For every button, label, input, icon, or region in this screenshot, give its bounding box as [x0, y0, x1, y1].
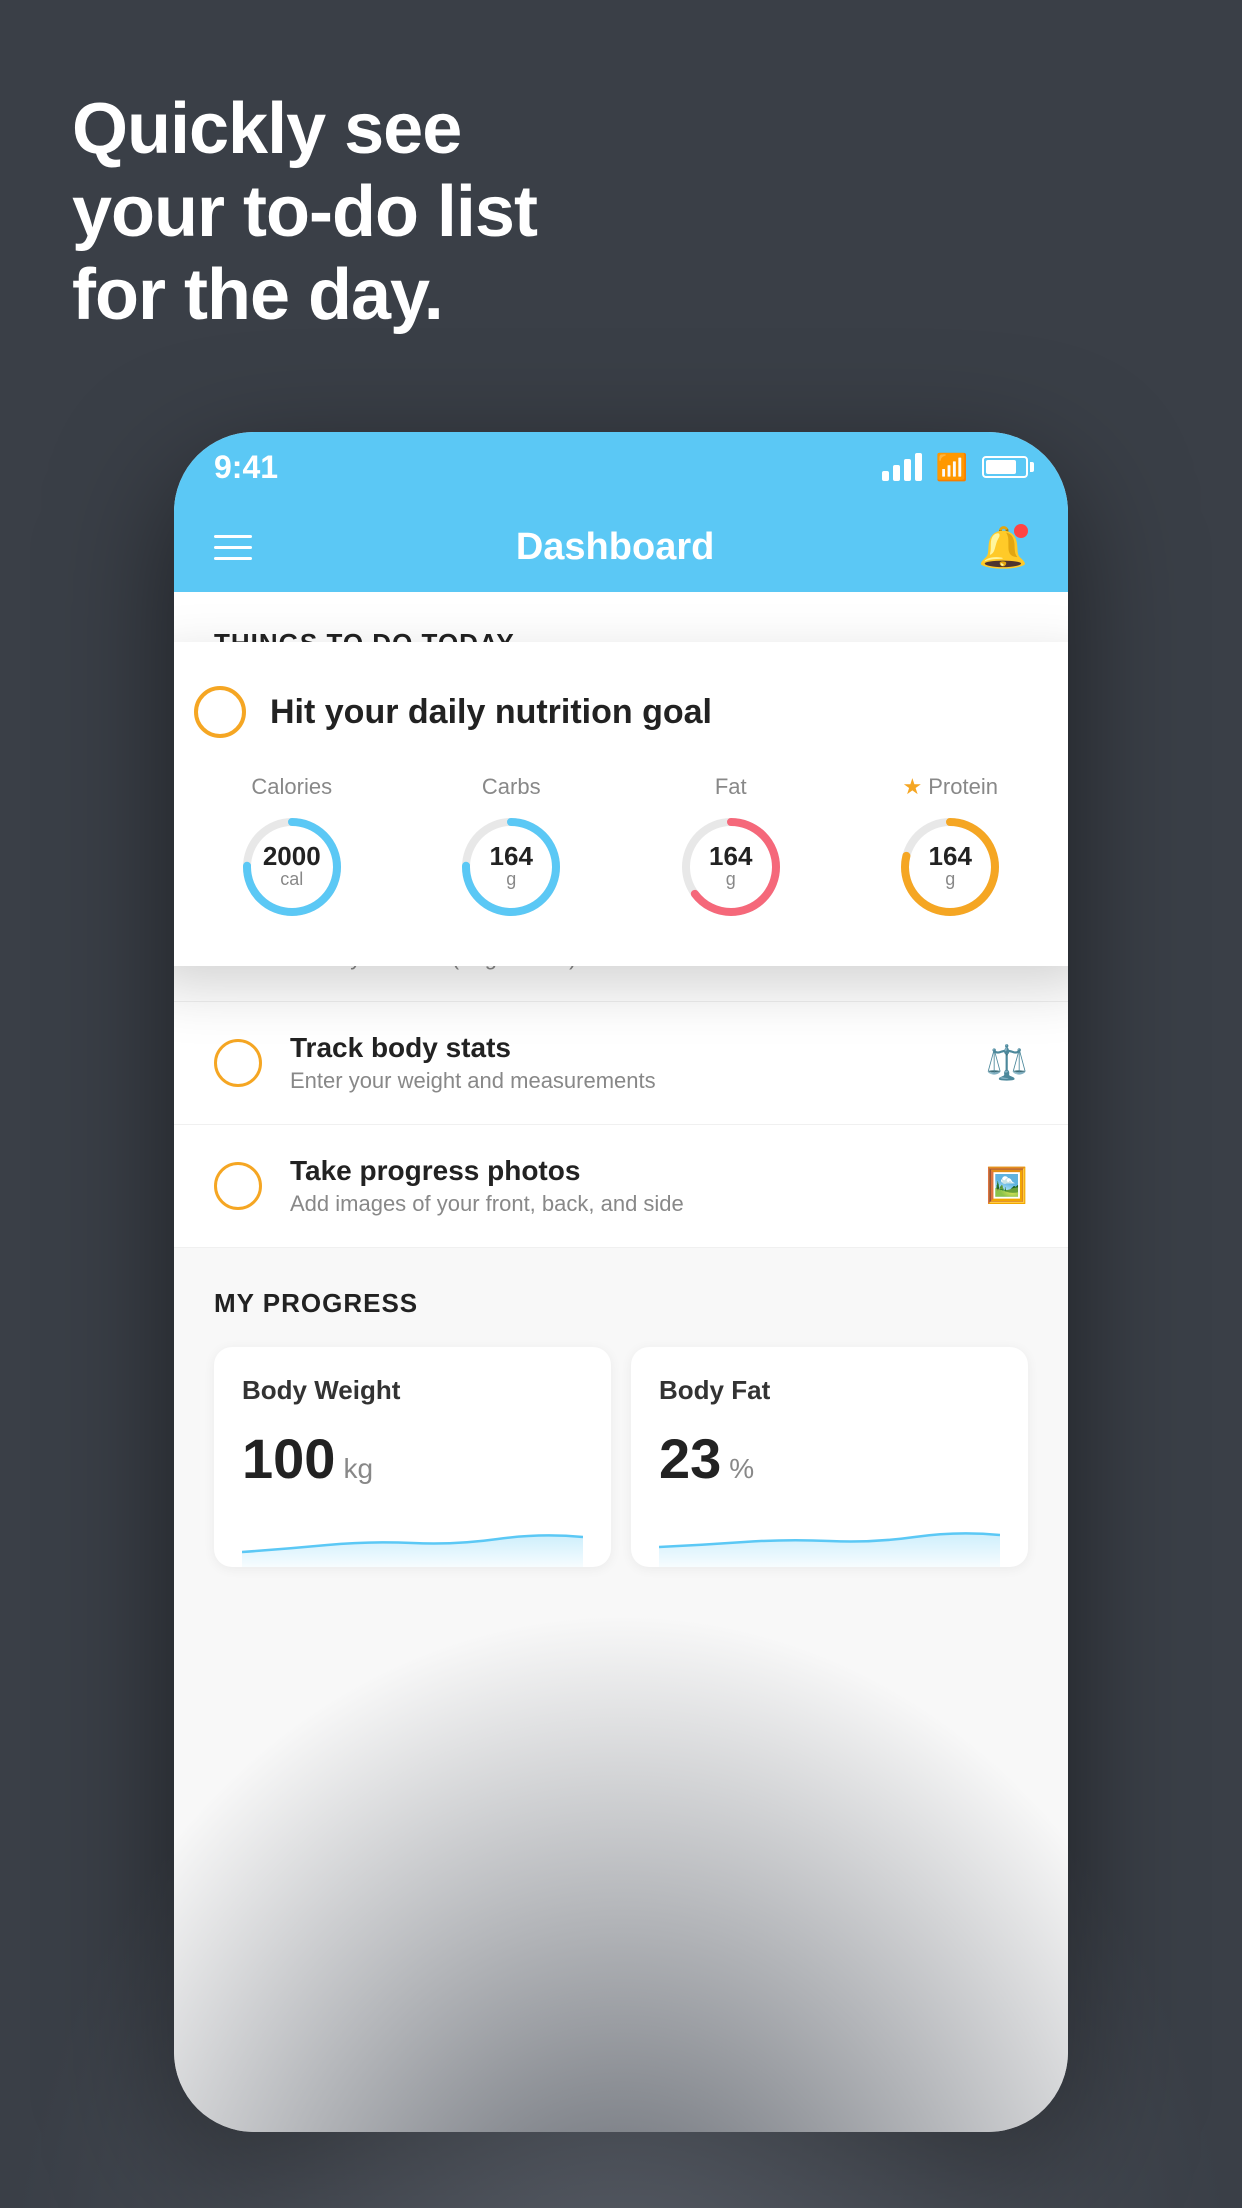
- progress-section: MY PROGRESS Body Weight 100 kg: [174, 1248, 1068, 1587]
- signal-icon: [882, 453, 922, 481]
- fat-value: 164: [709, 843, 752, 869]
- carbs-unit: g: [490, 869, 533, 891]
- progress-photos-text: Take progress photos Add images of your …: [290, 1155, 958, 1217]
- todo-item-progress-photos[interactable]: Take progress photos Add images of your …: [174, 1125, 1068, 1248]
- fat-ring: 164 g: [676, 812, 786, 922]
- body-weight-card-title: Body Weight: [242, 1375, 583, 1406]
- calories-ring: 2000 cal: [237, 812, 347, 922]
- fat-label: Fat: [715, 774, 747, 800]
- notification-bell-button[interactable]: 🔔: [978, 524, 1028, 571]
- notification-dot: [1014, 524, 1028, 538]
- nutrition-grid: Calories 2000 cal Carbs: [194, 774, 1048, 922]
- body-fat-card-title: Body Fat: [659, 1375, 1000, 1406]
- phone-content: THINGS TO DO TODAY Hit your daily nutrit…: [174, 592, 1068, 2132]
- body-weight-unit: kg: [343, 1453, 373, 1485]
- hero-line3: for the day.: [72, 254, 537, 337]
- status-time: 9:41: [214, 449, 278, 486]
- body-stats-check-circle[interactable]: [214, 1039, 262, 1087]
- nutrition-goal-card: Hit your daily nutrition goal Calories 2…: [174, 642, 1068, 966]
- calories-label: Calories: [251, 774, 332, 800]
- body-weight-value: 100 kg: [242, 1426, 583, 1491]
- progress-section-title: MY PROGRESS: [214, 1288, 1028, 1319]
- protein-ring: 164 g: [895, 812, 1005, 922]
- card-header: Hit your daily nutrition goal: [194, 686, 1048, 738]
- hero-line2: your to-do list: [72, 171, 537, 254]
- protein-value: 164: [929, 843, 972, 869]
- body-fat-chart: [659, 1507, 1000, 1567]
- progress-grid: Body Weight 100 kg: [214, 1347, 1028, 1567]
- star-icon: ★: [903, 774, 923, 800]
- status-icons: 📶: [882, 452, 1028, 483]
- body-stats-title: Track body stats: [290, 1032, 958, 1064]
- nutrition-card-title: Hit your daily nutrition goal: [270, 693, 712, 732]
- wifi-icon: 📶: [936, 452, 968, 483]
- protein-unit: g: [929, 869, 972, 891]
- carbs-ring: 164 g: [456, 812, 566, 922]
- carbs-value: 164: [490, 843, 533, 869]
- photo-icon: 🖼️: [986, 1166, 1028, 1206]
- body-stats-text: Track body stats Enter your weight and m…: [290, 1032, 958, 1094]
- protein-label: ★ Protein: [903, 774, 998, 800]
- calories-value: 2000: [263, 843, 321, 869]
- phone-frame: 9:41 📶 Dashboard 🔔: [174, 432, 1068, 2132]
- body-fat-unit: %: [729, 1453, 754, 1485]
- nutrition-calories: Calories 2000 cal: [237, 774, 347, 922]
- body-fat-card[interactable]: Body Fat 23 %: [631, 1347, 1028, 1567]
- nav-title: Dashboard: [516, 526, 714, 569]
- progress-photos-subtitle: Add images of your front, back, and side: [290, 1191, 958, 1217]
- hero-line1: Quickly see: [72, 88, 537, 171]
- battery-icon: [982, 456, 1028, 478]
- nutrition-check-circle[interactable]: [194, 686, 246, 738]
- nutrition-fat: Fat 164 g: [676, 774, 786, 922]
- body-weight-chart: [242, 1507, 583, 1567]
- carbs-label: Carbs: [482, 774, 541, 800]
- nutrition-carbs: Carbs 164 g: [456, 774, 566, 922]
- status-bar: 9:41 📶: [174, 432, 1068, 502]
- body-weight-card[interactable]: Body Weight 100 kg: [214, 1347, 611, 1567]
- hero-text: Quickly see your to-do list for the day.: [72, 88, 537, 336]
- hamburger-menu-button[interactable]: [214, 535, 252, 560]
- fat-unit: g: [709, 869, 752, 891]
- body-stats-subtitle: Enter your weight and measurements: [290, 1068, 958, 1094]
- scale-icon: ⚖️: [986, 1043, 1028, 1083]
- progress-photos-title: Take progress photos: [290, 1155, 958, 1187]
- todo-item-body-stats[interactable]: Track body stats Enter your weight and m…: [174, 1002, 1068, 1125]
- nav-bar: Dashboard 🔔: [174, 502, 1068, 592]
- progress-photos-check-circle[interactable]: [214, 1162, 262, 1210]
- calories-unit: cal: [263, 869, 321, 891]
- nutrition-protein: ★ Protein 164 g: [895, 774, 1005, 922]
- body-fat-value: 23 %: [659, 1426, 1000, 1491]
